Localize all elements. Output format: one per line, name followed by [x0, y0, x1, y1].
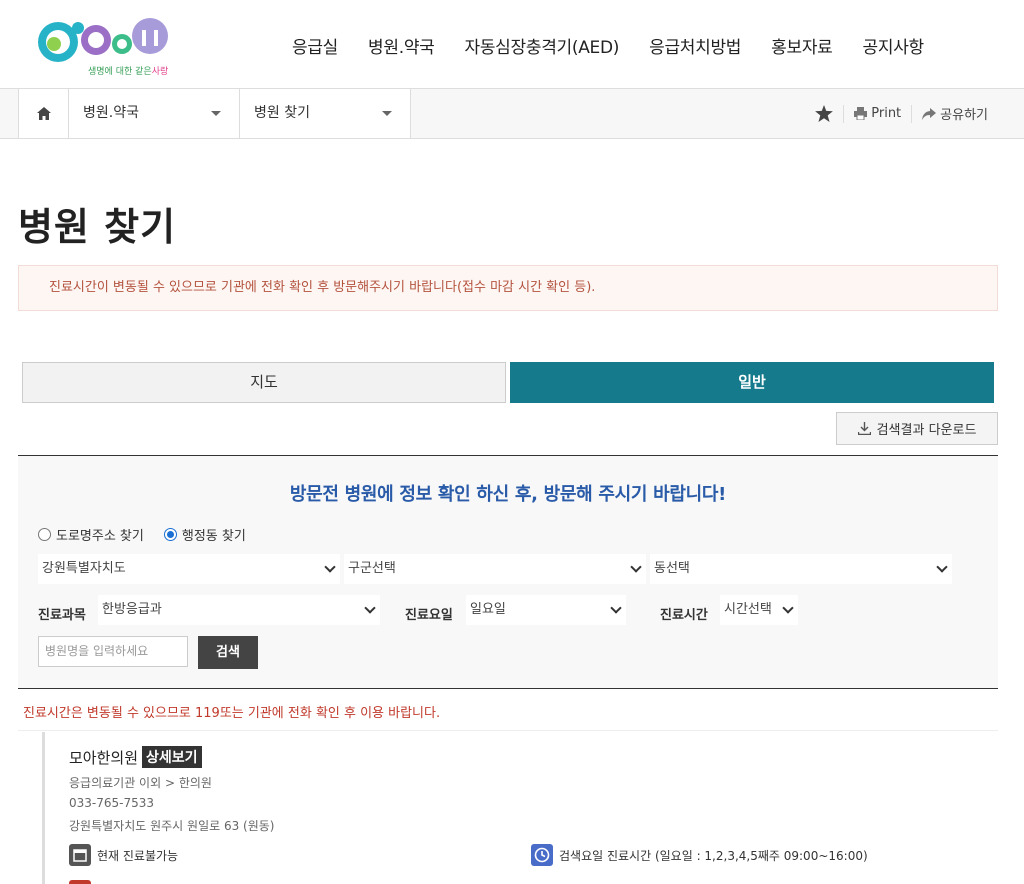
page-title: 병원 찾기	[18, 205, 177, 249]
result-title: 모아한의원 상세보기	[69, 746, 202, 768]
tab-map[interactable]: 지도	[22, 362, 506, 403]
tool-divider	[843, 104, 845, 123]
status-row: 현재 진료불가능	[69, 844, 178, 866]
favorite-button[interactable]	[815, 105, 834, 122]
search-button[interactable]: 검색	[198, 636, 258, 669]
hospital-category: 응급의료기관 이외 > 한의원	[69, 776, 212, 790]
chevron-down-icon	[936, 561, 948, 573]
print-label: Print	[871, 106, 902, 121]
site-header: 생명에 대한 같은사랑 응급실 병원.약국 자동심장충격기(AED) 응급처치방…	[0, 0, 1024, 88]
radio-road-label[interactable]: 도로명주소 찾기	[56, 525, 144, 544]
calendar-icon	[69, 844, 91, 866]
nav-aed[interactable]: 자동심장충격기(AED)	[465, 33, 620, 58]
download-icon	[857, 422, 871, 435]
breadcrumb-level1[interactable]: 병원.약국	[69, 89, 240, 138]
gugun-select[interactable]: 구군선택	[344, 554, 646, 584]
hospital-name[interactable]: 모아한의원	[69, 747, 138, 768]
location-bar: 병원.약국 병원 찾기 Print 공유하기	[0, 88, 1024, 139]
logo-tagline: 생명에 대한 같은사랑	[88, 64, 168, 77]
gugun-value: 구군선택	[348, 561, 396, 576]
tagline-pink: 사랑	[151, 67, 169, 77]
dong-select[interactable]: 동선택	[650, 554, 952, 584]
chevron-down-icon	[630, 561, 642, 573]
chevron-down-icon	[364, 602, 376, 614]
tagline-green: 생명에 대한 같은	[88, 67, 152, 77]
result-divider	[18, 730, 998, 731]
share-label: 공유하기	[940, 108, 988, 123]
chevron-down-icon	[610, 602, 622, 614]
dept-select[interactable]: 한방응급과	[98, 595, 380, 625]
download-label: 검색결과 다운로드	[876, 423, 977, 438]
time-select[interactable]: 시간선택	[720, 595, 798, 625]
breadcrumb-level1-label: 병원.약국	[83, 105, 139, 121]
search-panel: 방문전 병원에 정보 확인 하신 후, 방문해 주시기 바랍니다! 도로명주소 …	[18, 455, 998, 689]
time-value: 시간선택	[724, 602, 772, 617]
day-label: 진료요일	[405, 608, 453, 623]
share-button[interactable]: 공유하기	[922, 104, 988, 123]
site-logo[interactable]: 생명에 대한 같은사랑	[34, 14, 170, 78]
sido-value: 강원특별자치도	[42, 561, 126, 576]
nav-emergency-room[interactable]: 응급실	[292, 33, 338, 58]
hours-row: 검색요일 진료시간 (일요일 : 1,2,3,4,5째주 09:00~16:00…	[531, 844, 868, 866]
home-button[interactable]	[18, 89, 69, 138]
share-arrow-icon	[922, 107, 937, 120]
detail-button[interactable]: 상세보기	[142, 746, 202, 768]
dept-label: 진료과목	[38, 608, 86, 623]
next-row-icon	[69, 880, 91, 884]
hospital-name-input[interactable]: 병원명을 입력하세요	[38, 636, 188, 667]
result-item: 모아한의원 상세보기 응급의료기관 이외 > 한의원 033-765-7533 …	[42, 732, 998, 884]
radio-admin-dong[interactable]	[163, 528, 177, 541]
chevron-down-icon	[211, 111, 221, 116]
hospital-phone[interactable]: 033-765-7533	[69, 796, 154, 810]
status-text: 현재 진료불가능	[97, 848, 179, 863]
sido-select[interactable]: 강원특별자치도	[38, 554, 340, 584]
print-button[interactable]: Print	[854, 106, 901, 121]
home-icon	[36, 107, 51, 120]
search-type-radios: 도로명주소 찾기 행정동 찾기	[38, 525, 266, 544]
chevron-down-icon	[382, 111, 392, 116]
radio-road-address[interactable]	[38, 528, 51, 541]
page-tools: Print 공유하기	[815, 89, 988, 138]
download-results-button[interactable]: 검색결과 다운로드	[836, 412, 998, 445]
clock-icon	[531, 844, 553, 866]
hospital-address: 강원특별자치도 원주시 원일로 63 (원동)	[69, 819, 275, 833]
day-value: 일요일	[470, 602, 506, 617]
nav-hospital-pharmacy[interactable]: 병원.약국	[368, 33, 435, 58]
star-icon	[815, 105, 834, 122]
dept-value: 한방응급과	[102, 602, 162, 617]
breadcrumb-level2[interactable]: 병원 찾기	[240, 89, 411, 138]
main-nav: 응급실 병원.약국 자동심장충격기(AED) 응급처치방법 홍보자료 공지사항	[292, 33, 954, 58]
dong-value: 동선택	[654, 561, 690, 576]
chevron-down-icon	[782, 602, 794, 614]
search-headline: 방문전 병원에 정보 확인 하신 후, 방문해 주시기 바랍니다!	[289, 484, 727, 505]
breadcrumb-level2-label: 병원 찾기	[254, 105, 310, 121]
printer-icon	[854, 107, 868, 120]
tool-divider	[911, 104, 913, 123]
nav-notice[interactable]: 공지사항	[863, 33, 925, 58]
notice-box: 진료시간이 변동될 수 있으므로 기관에 전화 확인 후 방문해주시기 바랍니다…	[18, 265, 998, 311]
nav-first-aid[interactable]: 응급처치방법	[649, 33, 741, 58]
hours-warning: 진료시간은 변동될 수 있으므로 119또는 기관에 전화 확인 후 이용 바랍…	[23, 706, 441, 721]
chevron-down-icon	[324, 561, 336, 573]
day-select[interactable]: 일요일	[466, 595, 626, 625]
nav-promotion[interactable]: 홍보자료	[771, 33, 833, 58]
radio-admin-label[interactable]: 행정동 찾기	[182, 525, 246, 544]
tab-general[interactable]: 일반	[510, 362, 994, 403]
hours-text: 검색요일 진료시간 (일요일 : 1,2,3,4,5째주 09:00~16:00…	[559, 848, 868, 863]
time-label: 진료시간	[660, 608, 708, 623]
